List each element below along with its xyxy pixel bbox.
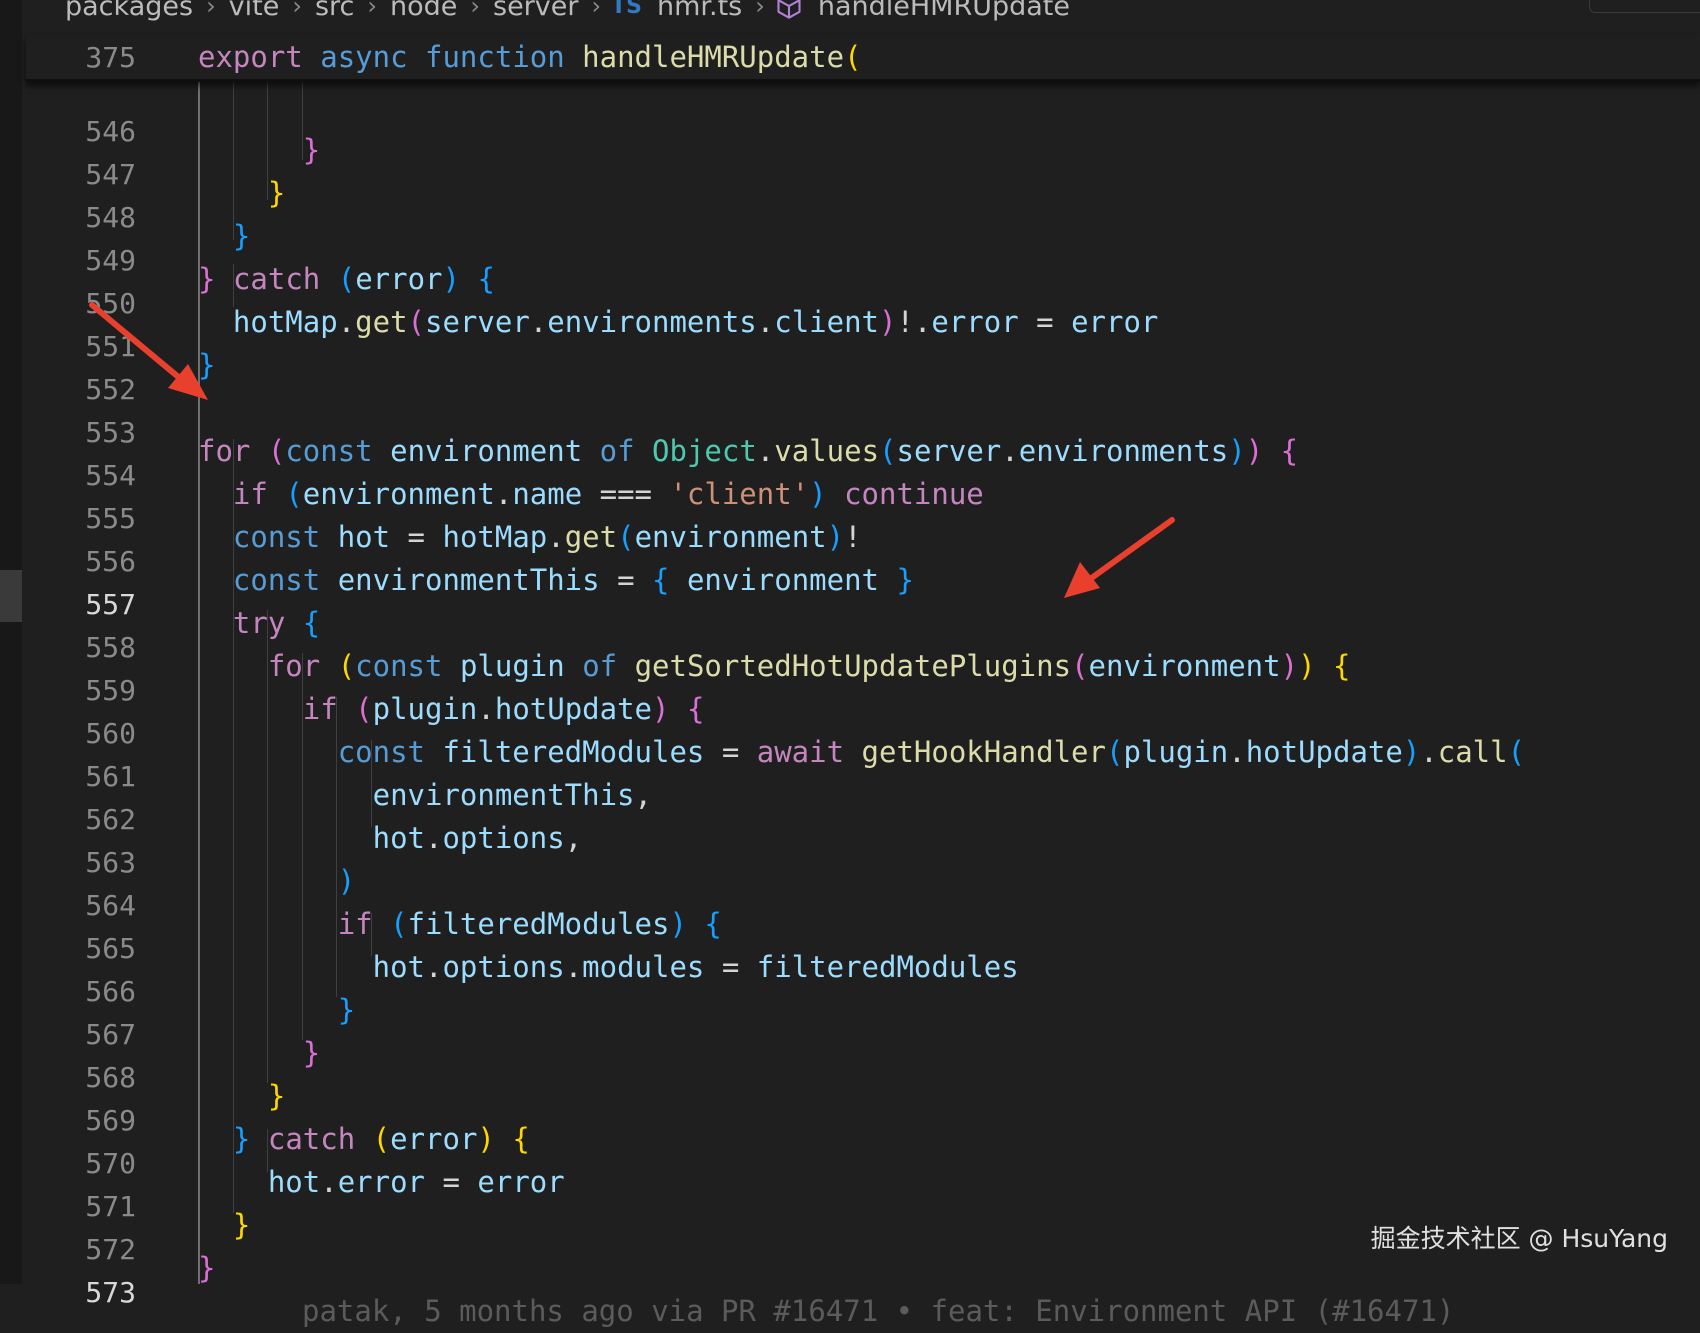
git-blame-annotation: patak, 5 months ago via PR #16471 • feat… — [302, 1294, 1455, 1328]
sticky-scroll-line[interactable]: 375 export async function handleHMRUpdat… — [26, 36, 1700, 82]
red-arrow-icon — [89, 302, 208, 400]
line-number: 375 — [85, 41, 136, 74]
red-arrow-icon — [1064, 517, 1175, 598]
annotation-arrows — [89, 302, 1175, 598]
sticky-code: export async function handleHMRUpdate( — [198, 40, 862, 74]
